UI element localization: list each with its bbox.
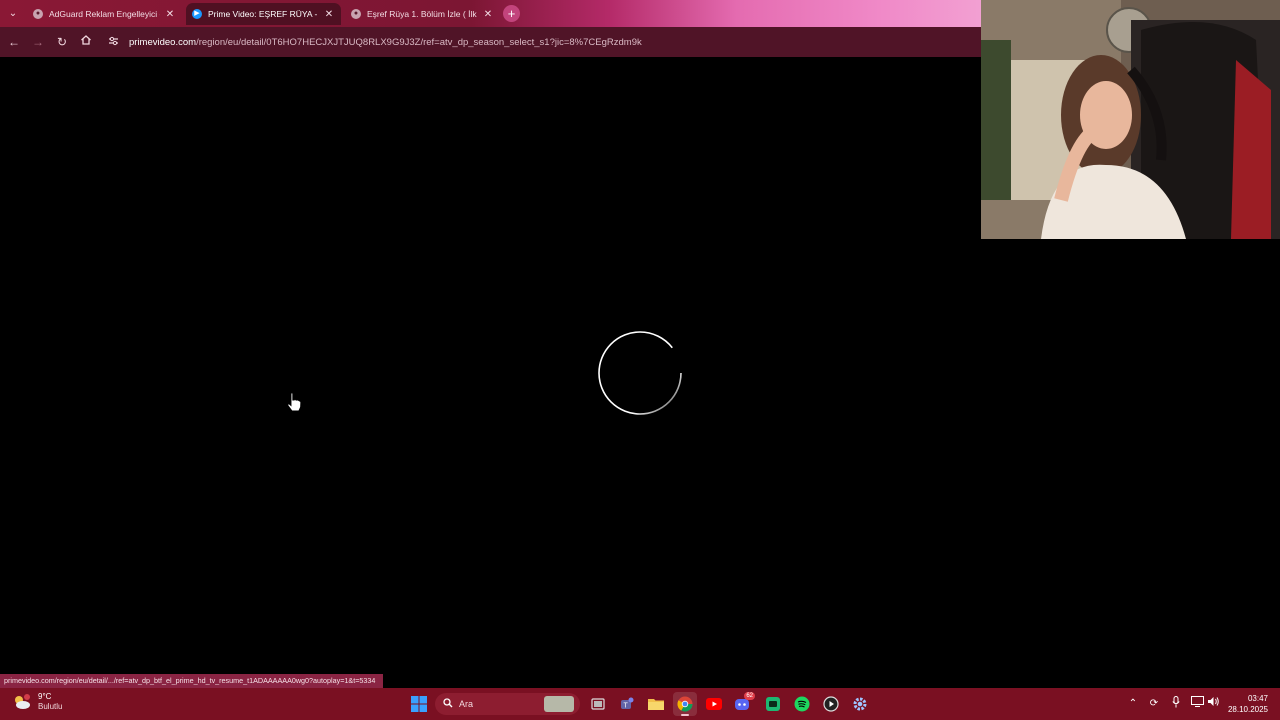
tab-adguard[interactable]: ● AdGuard Reklam Engelleyici - C ✕ — [27, 3, 182, 25]
tray-volume-icon[interactable] — [1205, 696, 1221, 712]
site-info-icon[interactable] — [106, 36, 120, 48]
tab-esref-ruya[interactable]: ● Eşref Rüya 1. Bölüm İzle ( İlk Bö ✕ — [345, 3, 500, 25]
chrome-icon[interactable] — [673, 692, 697, 716]
loading-spinner-icon — [597, 330, 683, 416]
cloudy-weather-icon — [12, 693, 32, 711]
close-tab-icon[interactable]: ✕ — [164, 9, 176, 20]
tray-network-icon[interactable] — [1189, 696, 1205, 712]
file-explorer-icon[interactable] — [644, 692, 668, 716]
reload-icon[interactable]: ↻ — [54, 34, 70, 50]
close-tab-icon[interactable]: ✕ — [323, 9, 335, 20]
system-clock[interactable]: 03:47 28.10.2025 — [1228, 693, 1268, 715]
svg-text:T: T — [624, 703, 629, 710]
tab-title: Prime Video: EŞREF RÜYA - 1.se — [208, 9, 319, 19]
tab-search-chevron-icon[interactable]: ⌄ — [5, 6, 21, 22]
weather-widget[interactable]: 9°C Bulutlu — [12, 692, 62, 712]
url-path: /region/eu/detail/0T6HO7HECJXJTJUQ8RLX9G… — [196, 36, 642, 48]
adguard-favicon-icon: ● — [33, 9, 43, 19]
url-host: primevideo.com — [129, 36, 197, 48]
search-icon — [443, 695, 453, 713]
settings-gear-icon[interactable] — [848, 692, 872, 716]
tray-microphone-icon[interactable] — [1168, 696, 1184, 712]
forward-arrow-icon[interactable]: → — [30, 34, 46, 50]
discord-icon[interactable]: 62 — [731, 692, 755, 716]
media-player-icon[interactable] — [819, 692, 843, 716]
tab-prime-video[interactable]: ▶ Prime Video: EŞREF RÜYA - 1.se ✕ — [186, 3, 341, 25]
tab-strip: ⌄ ● AdGuard Reklam Engelleyici - C ✕ ▶ P… — [0, 0, 982, 27]
weather-description: Bulutlu — [38, 702, 63, 711]
task-view-icon[interactable] — [586, 692, 610, 716]
windows-taskbar: 9°C Bulutlu Ara T 62 ⌃ ⟳ 03:47 28.10.202… — [0, 688, 1280, 720]
home-icon[interactable] — [78, 34, 94, 50]
clock-date: 28.10.2025 — [1227, 705, 1268, 714]
link-status-bubble: primevideo.com/region/eu/detail/.../ref=… — [0, 674, 384, 688]
windows-start-icon[interactable] — [407, 692, 431, 716]
tab-title: Eşref Rüya 1. Bölüm İzle ( İlk Bö — [367, 9, 478, 19]
webcam-overlay — [981, 0, 1280, 239]
tray-sync-icon[interactable]: ⟳ — [1146, 696, 1162, 712]
close-tab-icon[interactable]: ✕ — [482, 9, 494, 20]
teams-icon[interactable]: T — [615, 692, 639, 716]
weather-temperature: 9°C — [38, 692, 52, 701]
youtube-icon[interactable] — [702, 692, 726, 716]
spotify-icon[interactable] — [790, 692, 814, 716]
search-placeholder: Ara — [459, 699, 474, 709]
taskbar-search-box[interactable]: Ara — [435, 693, 580, 715]
clock-time: 03:47 — [1247, 694, 1268, 703]
search-highlight-icon — [544, 696, 574, 712]
new-tab-button[interactable]: + — [503, 5, 520, 22]
discord-notification-badge: 62 — [744, 692, 755, 700]
prime-video-favicon-icon: ▶ — [192, 9, 202, 19]
tray-chevron-up-icon[interactable]: ⌃ — [1125, 696, 1141, 712]
browser-toolbar: ← → ↻ primevideo.com/region/eu/detail/0T… — [0, 27, 982, 57]
tab-title: AdGuard Reklam Engelleyici - C — [49, 9, 160, 19]
back-arrow-icon[interactable]: ← — [6, 34, 22, 50]
site-favicon-icon: ● — [351, 9, 361, 19]
hand-cursor-icon — [286, 392, 302, 412]
address-bar[interactable]: primevideo.com/region/eu/detail/0T6HO7HE… — [106, 31, 976, 53]
app-green-icon[interactable] — [761, 692, 785, 716]
